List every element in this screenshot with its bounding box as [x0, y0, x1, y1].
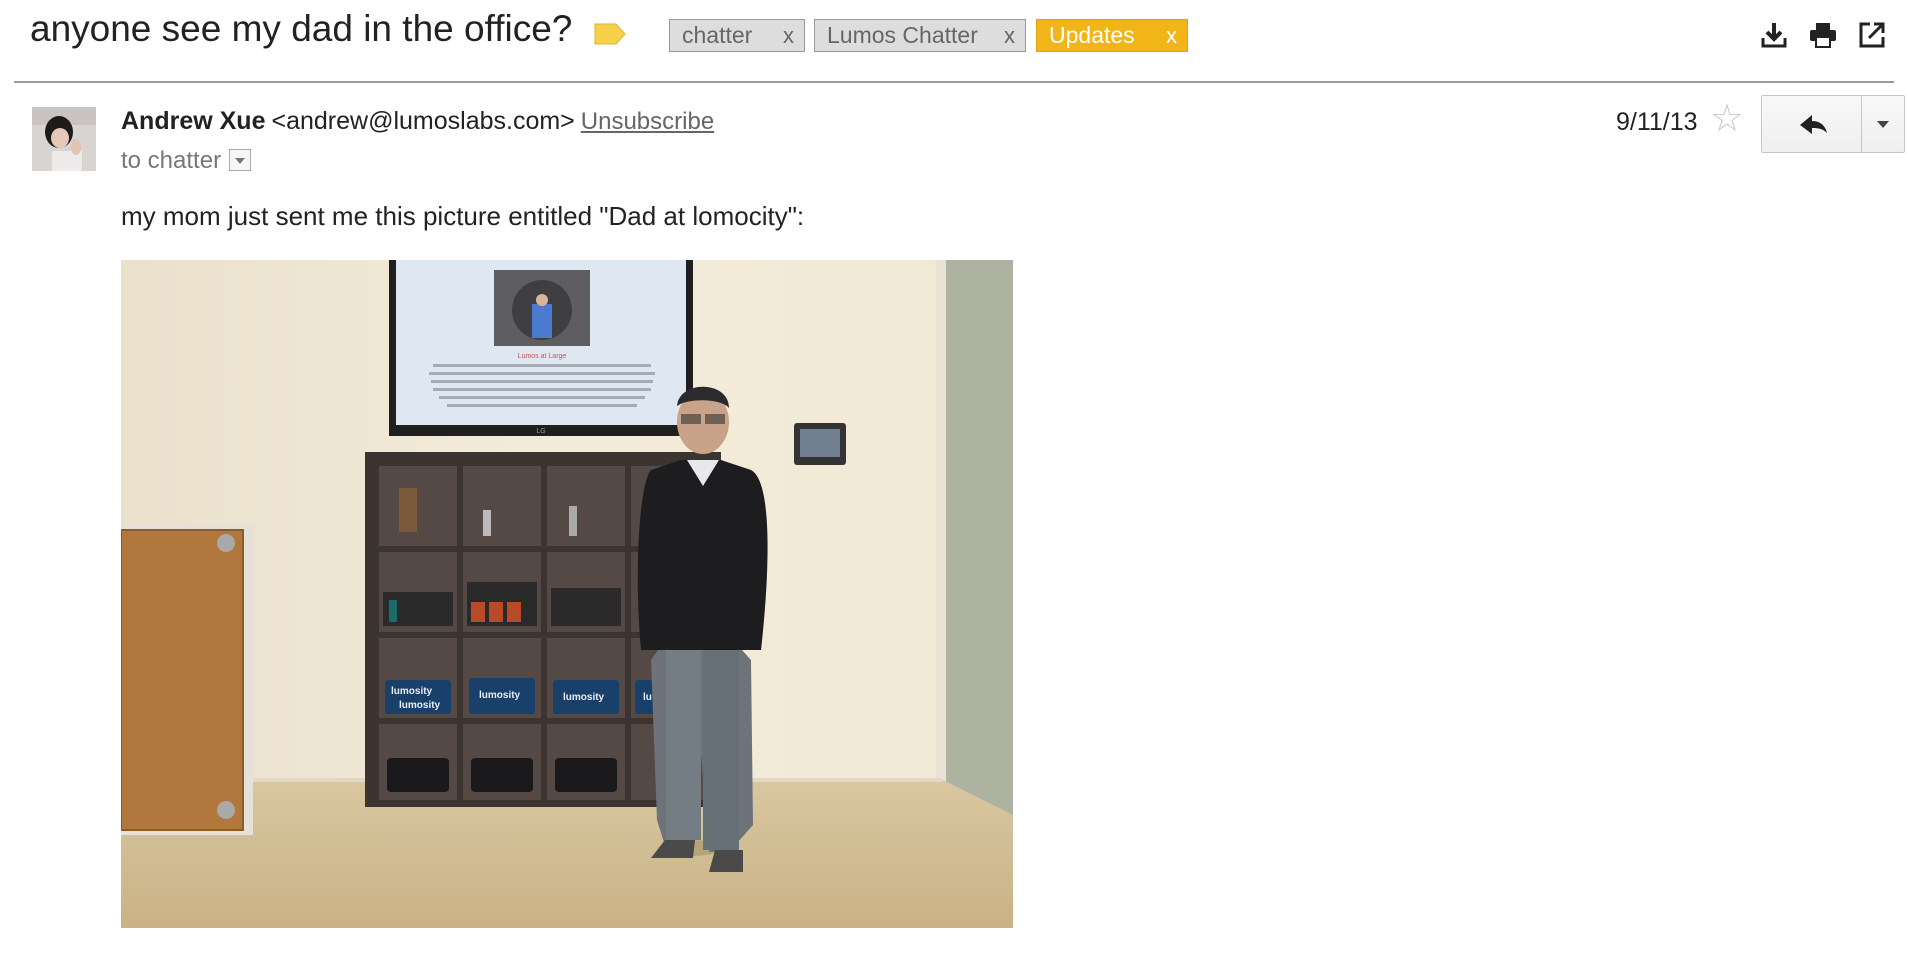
shirt-text: lumosity: [399, 700, 441, 711]
show-details-dropdown[interactable]: [229, 148, 252, 171]
remove-label-button[interactable]: x: [1004, 20, 1015, 51]
email-attachment-photo[interactable]: Lumos at Large LG lumosity lumosity lumo…: [121, 260, 1013, 928]
label-icon[interactable]: [594, 22, 626, 46]
label-chip-text: Lumos Chatter: [827, 22, 978, 48]
label-chip-updates[interactable]: Updates x: [1036, 19, 1188, 52]
shirt-text: lumosity: [391, 686, 433, 697]
remove-label-button[interactable]: x: [783, 20, 794, 51]
more-options-icon[interactable]: [1861, 95, 1905, 153]
star-icon[interactable]: ☆: [1710, 100, 1744, 138]
label-chip-lumos-chatter[interactable]: Lumos Chatter x: [814, 19, 1026, 52]
unsubscribe-link[interactable]: Unsubscribe: [581, 108, 714, 135]
remove-label-button[interactable]: x: [1166, 20, 1177, 51]
tv-brand: LG: [536, 428, 545, 435]
recipient-text: to chatter: [121, 147, 222, 174]
header-divider: [14, 81, 1894, 83]
sender-email: <andrew@lumoslabs.com>: [271, 107, 575, 135]
shirt-text: lu: [643, 692, 652, 703]
download-icon[interactable]: [1759, 20, 1789, 50]
recipients-line: to chatter: [121, 147, 252, 175]
reply-button[interactable]: [1761, 95, 1861, 153]
reply-icon: [1800, 115, 1827, 134]
sender-line: Andrew Xue <andrew@lumoslabs.com> Unsubscr…: [121, 107, 714, 136]
new-window-icon[interactable]: [1857, 20, 1887, 50]
avatar: [32, 107, 96, 171]
email-body-text: my mom just sent me this picture entitle…: [121, 201, 805, 231]
tv-caption: Lumos at Large: [518, 353, 567, 360]
email-date: 9/11/13: [1616, 108, 1698, 136]
email-subject: anyone see my dad in the office?: [30, 8, 573, 49]
sender-name[interactable]: Andrew Xue: [121, 107, 265, 135]
label-chip-text: Updates: [1049, 22, 1135, 48]
shirt-text: lumosity: [563, 692, 605, 703]
shirt-text: lumosity: [479, 690, 521, 701]
label-chip-chatter[interactable]: chatter x: [669, 19, 805, 52]
label-chip-text: chatter: [682, 22, 753, 48]
print-icon[interactable]: [1808, 20, 1838, 50]
